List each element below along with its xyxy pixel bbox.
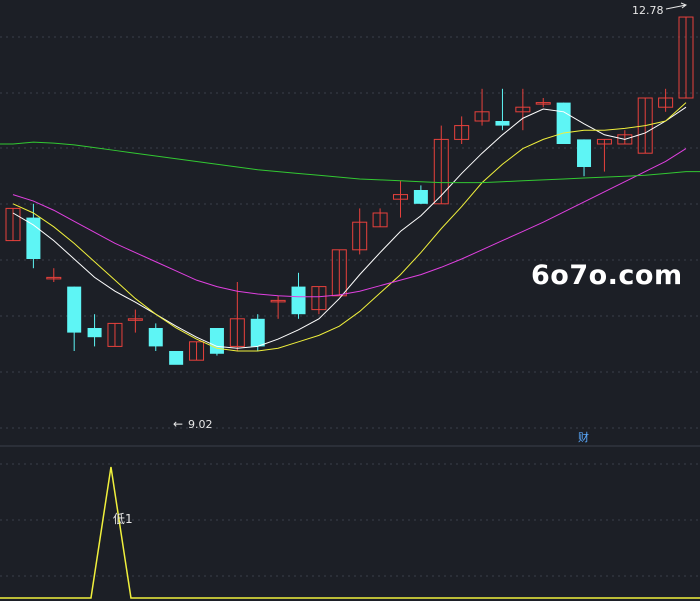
moving-averages (0, 102, 700, 352)
grid (0, 36, 700, 577)
high-arrow-icon (665, 2, 688, 10)
candle-body (577, 139, 592, 167)
chart-stage: 12.78 ← 9.02 财 低1 6o7o.com (0, 0, 700, 601)
candle-body (250, 318, 265, 347)
low-arrow-icon: ← (173, 417, 183, 431)
cai-marker: 财 (578, 430, 589, 444)
candles (5, 16, 694, 365)
indicator-pane (0, 466, 700, 599)
candle-body (556, 102, 571, 144)
indicator-line (0, 466, 700, 599)
candle-body (87, 328, 102, 338)
candle-body (291, 286, 306, 315)
candle-body (169, 351, 184, 365)
candle-body (209, 328, 224, 354)
candle-body (148, 328, 163, 347)
high-price-label: 12.78 (632, 4, 664, 17)
watermark: 6o7o.com (531, 260, 683, 291)
low-price-label: 9.02 (188, 418, 213, 431)
candle-body (67, 286, 82, 333)
signal-label: 低1 (113, 512, 133, 526)
candle-body (495, 121, 510, 126)
candle-body (26, 217, 41, 259)
candle-body (413, 190, 428, 204)
candlestick-chart: 12.78 ← 9.02 财 低1 (0, 2, 700, 599)
